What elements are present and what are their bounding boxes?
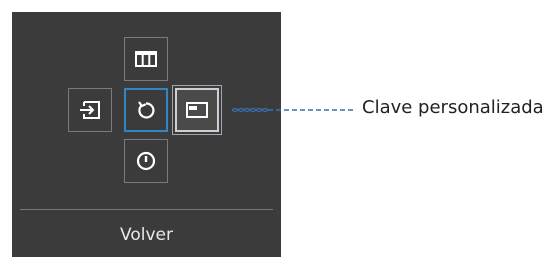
- stage: Volver Clave personalizada: [0, 0, 557, 258]
- callout-leader-line: [231, 107, 356, 113]
- custom-key-callout-label: Clave personalizada: [362, 97, 544, 118]
